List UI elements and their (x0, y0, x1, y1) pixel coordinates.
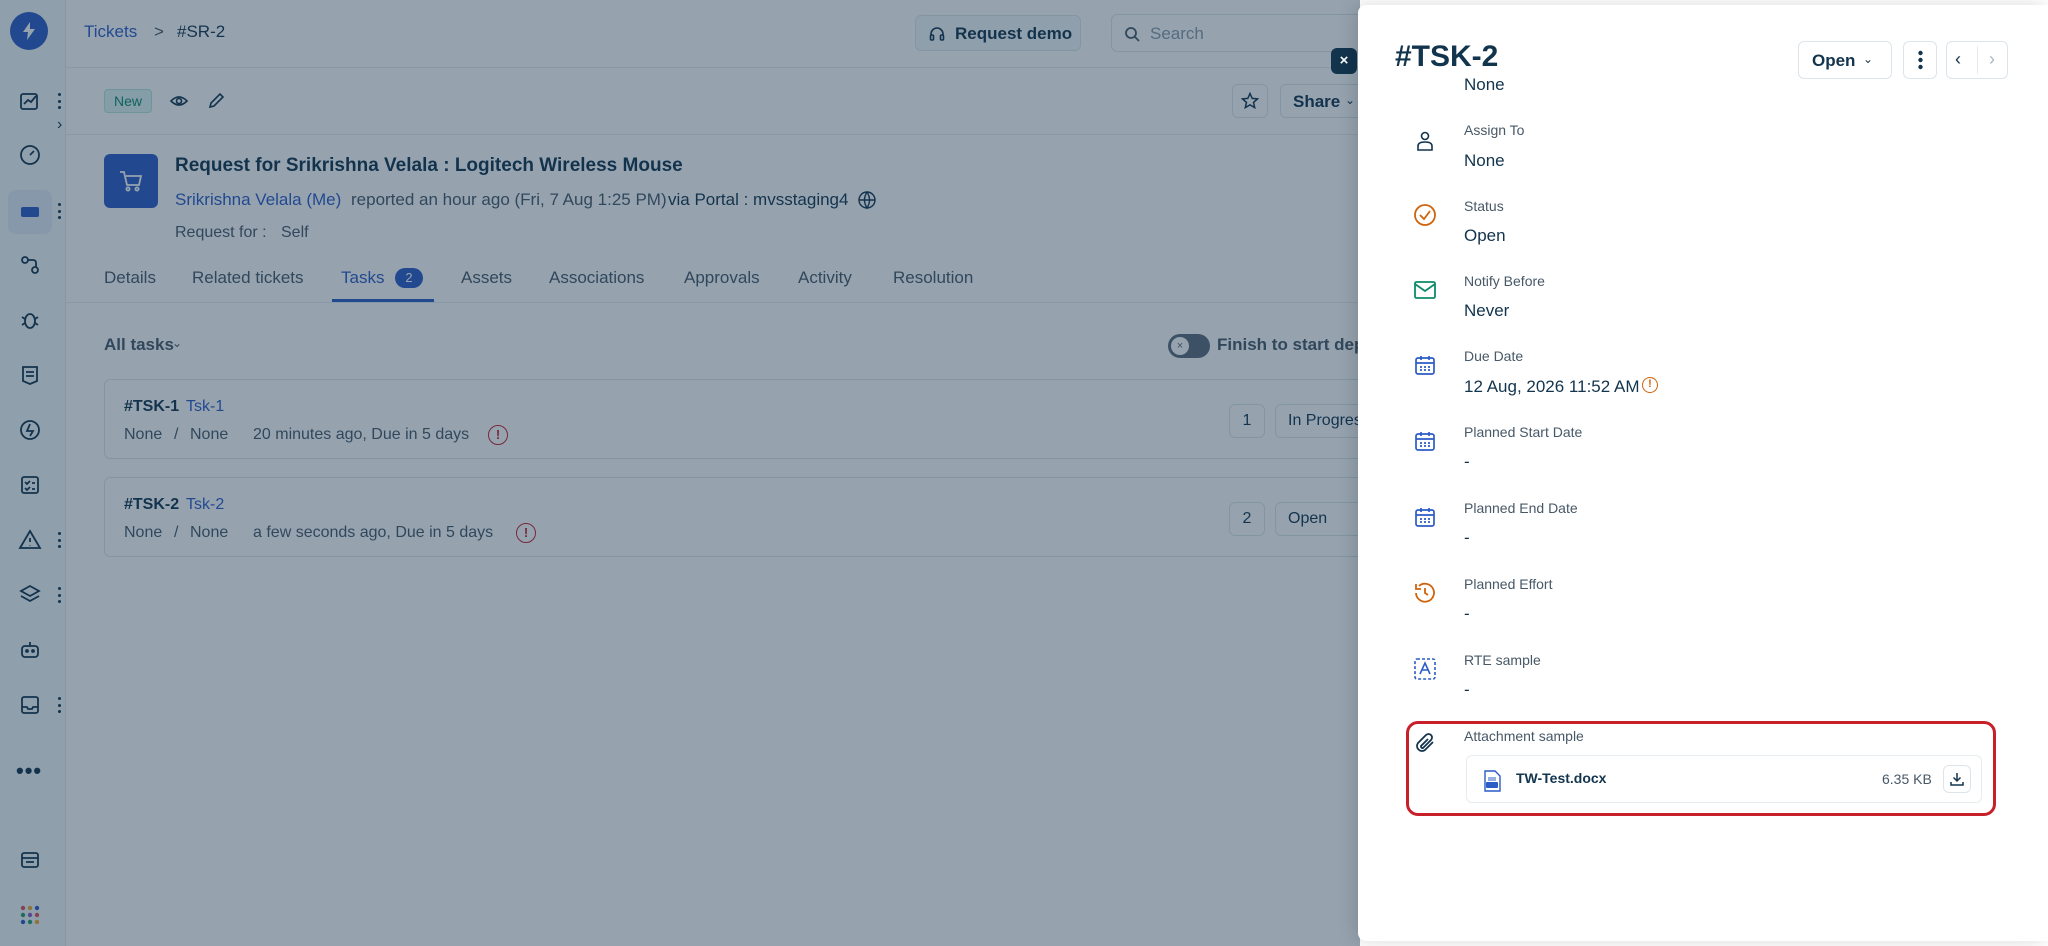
task-status-button[interactable]: Open ⌄ (1798, 41, 1892, 79)
kebab-icon (1918, 50, 1923, 70)
modal-backdrop[interactable] (0, 0, 1360, 946)
download-button[interactable] (1943, 765, 1971, 793)
paperclip-icon (1410, 728, 1440, 758)
nav-divider (1977, 46, 1978, 74)
download-icon (1950, 773, 1964, 786)
attachment-file[interactable]: TW-Test.docx 6.35 KB (1466, 755, 1982, 803)
field-label-attachment: Attachment sample (1464, 728, 1584, 744)
calendar-icon (1410, 502, 1440, 532)
mail-icon (1410, 275, 1440, 305)
close-icon: × (1339, 52, 1349, 69)
panel-title: #TSK-2 (1395, 40, 1499, 73)
check-circle-icon (1410, 200, 1440, 230)
task-status-button-label: Open (1812, 51, 1856, 70)
next-icon[interactable]: › (1989, 49, 1995, 70)
field-label-planned-end-date: Planned End Date (1464, 500, 1578, 516)
close-panel-button[interactable]: × (1331, 48, 1357, 74)
clock-history-icon (1410, 578, 1440, 608)
field-label-notify-before: Notify Before (1464, 273, 1545, 289)
chevron-down-icon: ⌄ (1863, 52, 1874, 66)
field-label-rte-sample: RTE sample (1464, 652, 1541, 668)
text-box-icon (1410, 654, 1440, 684)
due-warning-icon: ! (1642, 377, 1658, 393)
field-value-assign-to[interactable]: None (1464, 151, 1505, 171)
attachment-file-name[interactable]: TW-Test.docx (1516, 770, 1606, 786)
field-label-due-date: Due Date (1464, 348, 1524, 364)
field-value-rte-sample[interactable]: - (1464, 680, 1470, 700)
field-label-planned-effort: Planned Effort (1464, 576, 1553, 592)
docx-file-icon (1484, 770, 1501, 792)
field-value-due-date[interactable]: 12 Aug, 2026 11:52 AM (1464, 377, 1640, 397)
field-value-planned-start-date[interactable]: - (1464, 452, 1470, 472)
calendar-icon (1410, 350, 1440, 380)
field-value-notify-before[interactable]: Never (1464, 301, 1509, 321)
field-value-planned-effort[interactable]: - (1464, 604, 1470, 624)
field-label-planned-start-date: Planned Start Date (1464, 424, 1583, 440)
more-actions-button[interactable] (1903, 41, 1937, 79)
person-icon (1410, 126, 1440, 156)
field-value-status[interactable]: Open (1464, 226, 1506, 246)
field-value-planned-end-date[interactable]: - (1464, 528, 1470, 548)
calendar-icon (1410, 426, 1440, 456)
previous-icon[interactable]: ‹ (1955, 49, 1961, 70)
field-label-status: Status (1464, 198, 1504, 214)
attachment-file-size: 6.35 KB (1882, 771, 1932, 787)
record-navigation: ‹ › (1946, 41, 2008, 79)
field-value-top: None (1464, 75, 1505, 94)
field-label-assign-to: Assign To (1464, 122, 1525, 138)
